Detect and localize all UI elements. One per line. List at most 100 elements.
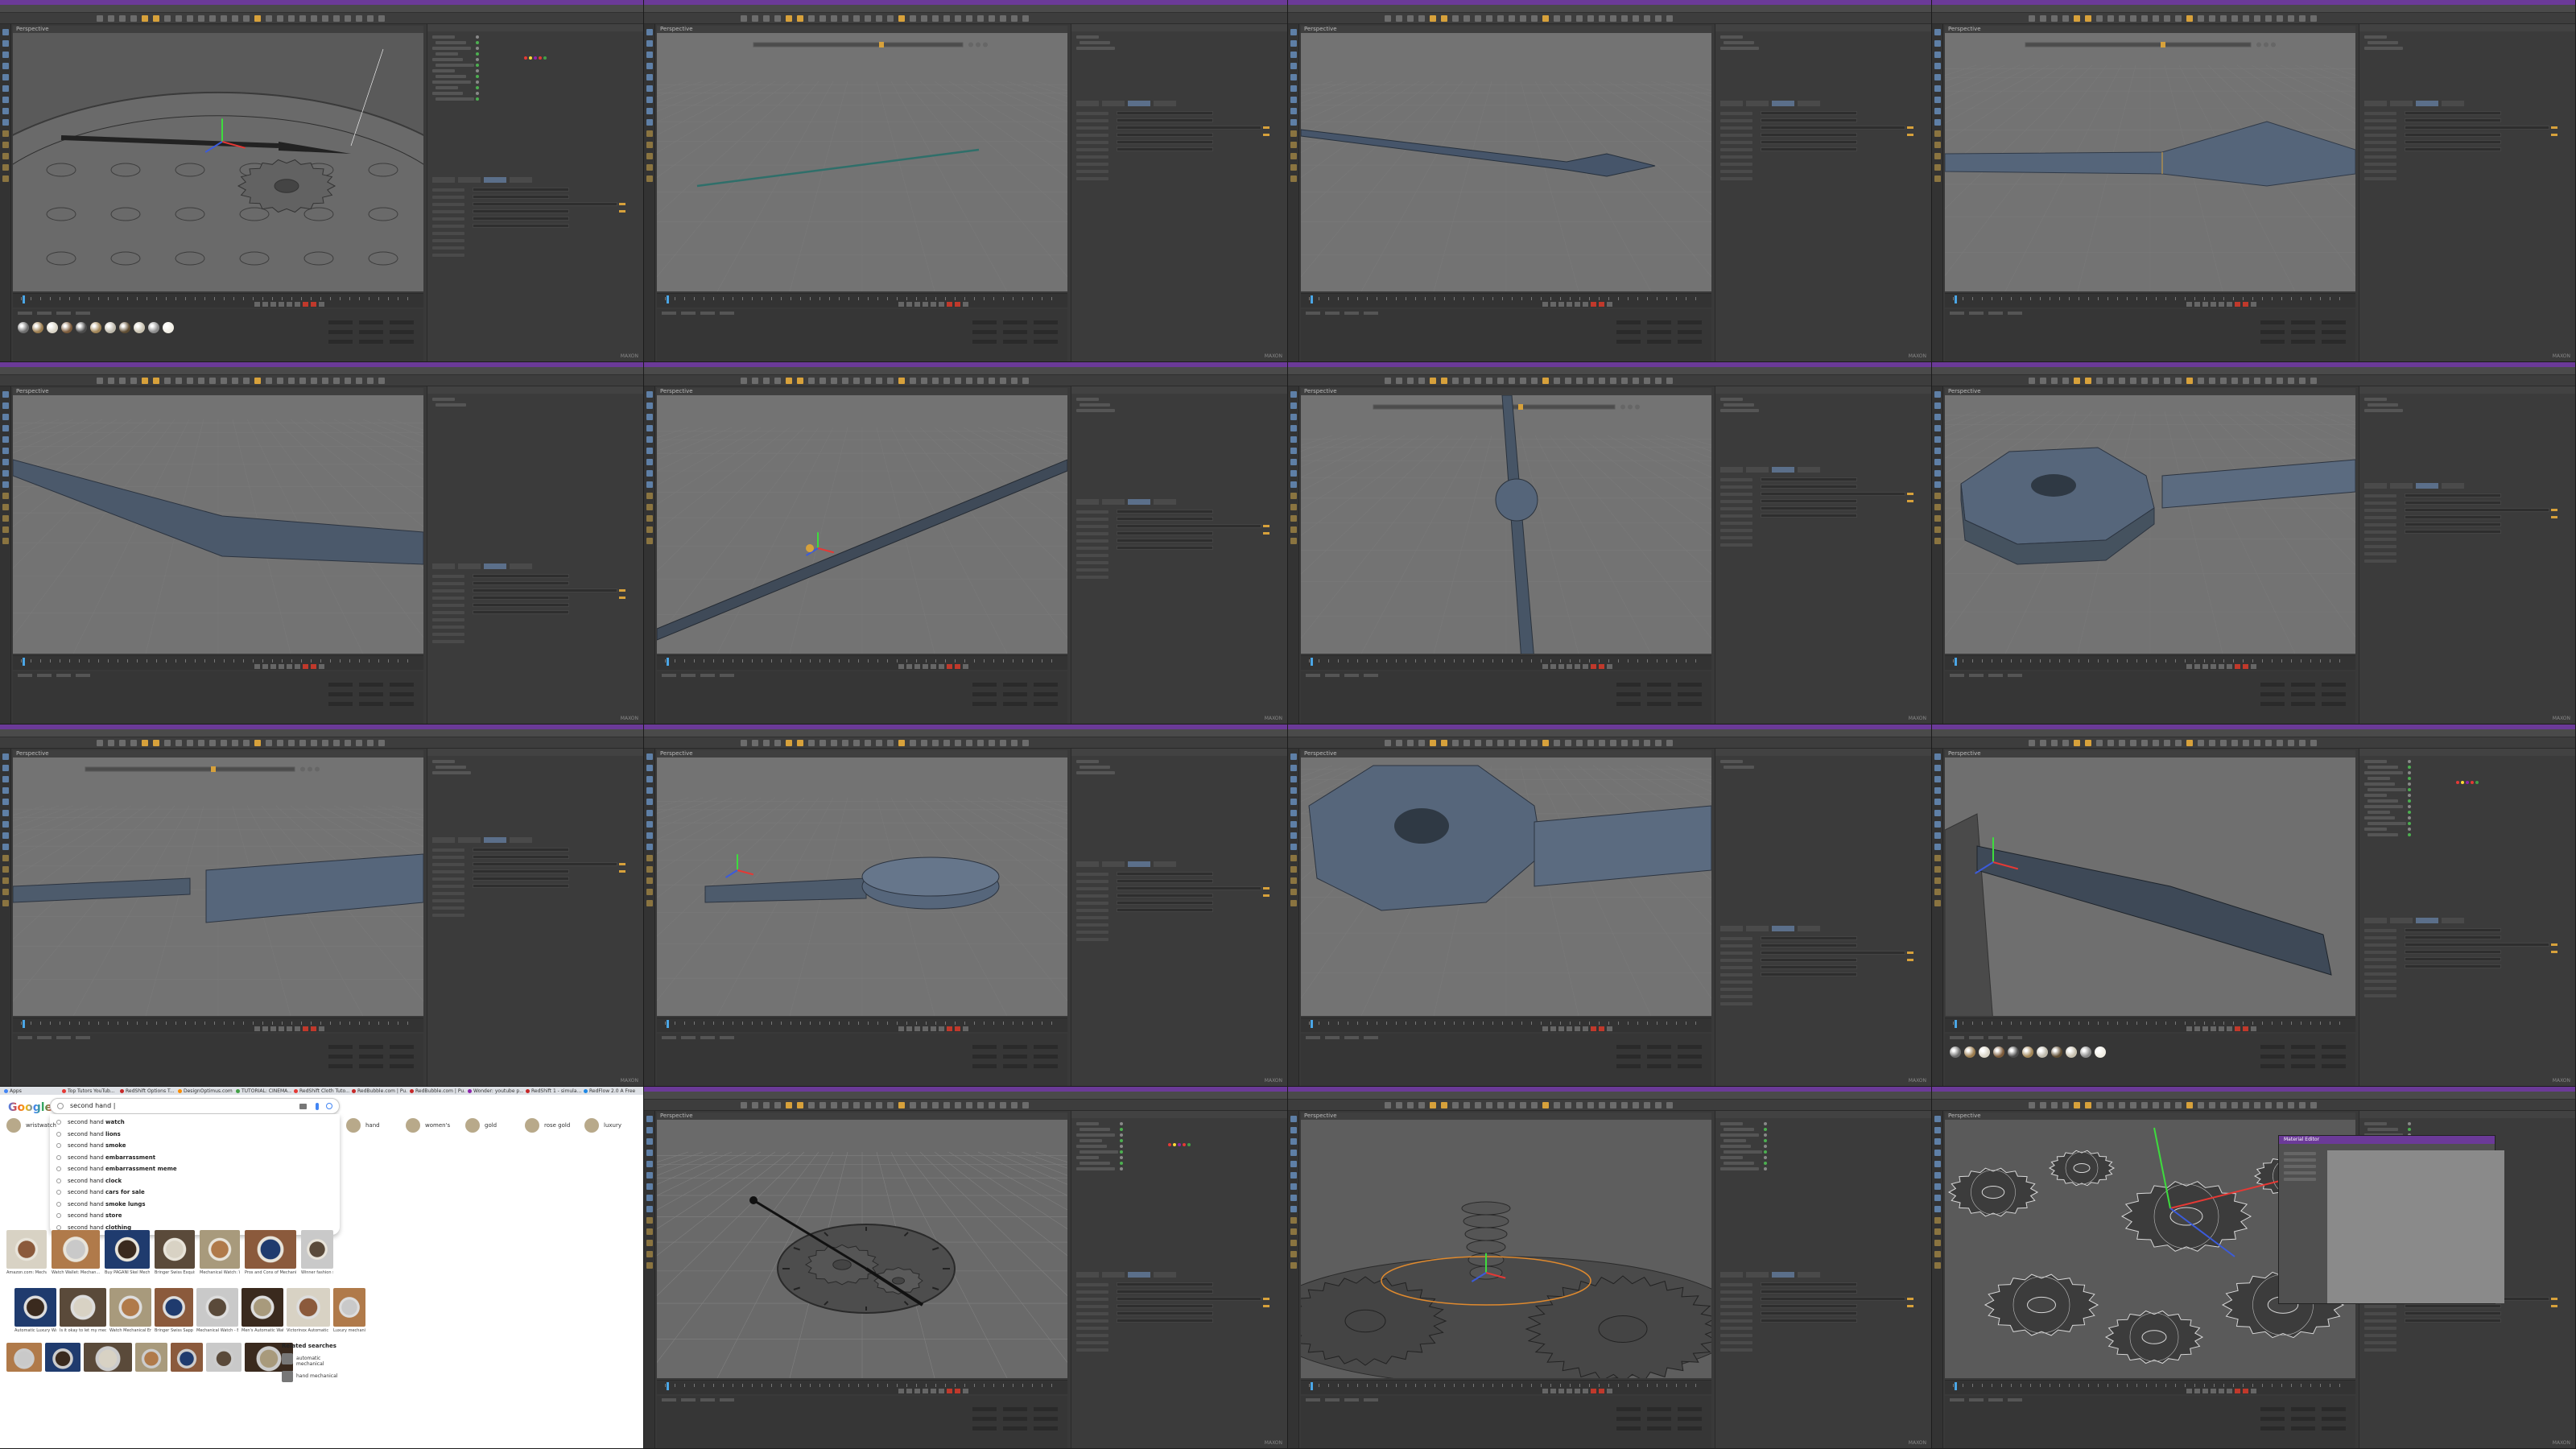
playback-button[interactable] bbox=[1575, 1389, 1580, 1393]
toolbar-tool-icon[interactable] bbox=[2130, 740, 2136, 746]
toolbar-tool-icon[interactable] bbox=[932, 15, 939, 22]
toolbar-tool-icon[interactable] bbox=[786, 15, 792, 22]
attribute-tab[interactable] bbox=[1720, 926, 1743, 931]
attribute-field[interactable] bbox=[1761, 1319, 1857, 1323]
object-list-item[interactable] bbox=[432, 80, 471, 84]
toolbar-tool-icon[interactable] bbox=[1509, 378, 1515, 384]
toolbar-tool-icon[interactable] bbox=[130, 740, 137, 746]
toolbar-tool-icon[interactable] bbox=[175, 740, 182, 746]
toolbar-tool-icon[interactable] bbox=[741, 740, 747, 746]
visibility-dot-icon[interactable] bbox=[1120, 1128, 1123, 1131]
toolbar-tool-icon[interactable] bbox=[1610, 378, 1616, 384]
coordinate-field[interactable] bbox=[2291, 702, 2315, 706]
toolbar-tool-icon[interactable] bbox=[853, 740, 860, 746]
material-menu-item[interactable] bbox=[662, 1036, 676, 1039]
toolbar-tool-icon[interactable] bbox=[989, 15, 995, 22]
app-menu-bar[interactable] bbox=[644, 729, 1287, 737]
attribute-tab[interactable] bbox=[1772, 926, 1794, 931]
image-result-caption[interactable]: Watch Mechanical Engraving... bbox=[109, 1328, 151, 1333]
playback-button[interactable] bbox=[311, 302, 316, 307]
mode-tool-icon[interactable] bbox=[1290, 29, 1297, 35]
material-swatch[interactable] bbox=[2022, 1046, 2033, 1058]
playback-button[interactable] bbox=[1599, 1389, 1604, 1393]
object-manager-menu[interactable] bbox=[1071, 1111, 1287, 1118]
toolbar-tool-icon[interactable] bbox=[1475, 15, 1481, 22]
viewport-3d[interactable]: Perspective bbox=[1301, 1113, 1711, 1378]
playback-button[interactable] bbox=[2227, 302, 2232, 307]
mode-tool-icon[interactable] bbox=[2, 85, 9, 92]
image-result-caption[interactable]: Bringer Swiss Exquisite Mecha... bbox=[155, 1270, 195, 1275]
attribute-field[interactable] bbox=[2405, 950, 2501, 954]
material-menu-item[interactable] bbox=[1306, 674, 1320, 677]
filter-chip[interactable]: gold bbox=[465, 1117, 497, 1133]
visibility-dot-icon[interactable] bbox=[2408, 788, 2411, 791]
image-result[interactable] bbox=[245, 1230, 296, 1269]
toolbar-tool-icon[interactable] bbox=[221, 15, 227, 22]
toolbar-tool-icon[interactable] bbox=[865, 1102, 871, 1108]
coordinate-field[interactable] bbox=[2260, 683, 2285, 687]
tag-icon[interactable] bbox=[524, 56, 527, 60]
mode-tool-icon[interactable] bbox=[646, 866, 653, 873]
viewport-menu[interactable] bbox=[1301, 1113, 1711, 1120]
toolbar-tool-icon[interactable] bbox=[808, 15, 815, 22]
mode-tool-icon[interactable] bbox=[1934, 889, 1941, 895]
material-menu-item[interactable] bbox=[2008, 674, 2022, 677]
coordinate-field[interactable] bbox=[328, 340, 353, 344]
playback-button[interactable] bbox=[295, 302, 300, 307]
coordinate-field[interactable] bbox=[2322, 1064, 2346, 1068]
toolbar-tool-icon[interactable] bbox=[2051, 740, 2058, 746]
toolbar-tool-icon[interactable] bbox=[2243, 1102, 2249, 1108]
toolbar-tool-icon[interactable] bbox=[2231, 740, 2238, 746]
toolbar-tool-icon[interactable] bbox=[2040, 378, 2046, 384]
material-swatch[interactable] bbox=[119, 322, 130, 333]
coordinate-field[interactable] bbox=[390, 683, 414, 687]
toolbar-tool-icon[interactable] bbox=[1633, 378, 1639, 384]
playback-button[interactable] bbox=[2202, 302, 2208, 307]
object-list-item[interactable] bbox=[1724, 1139, 1746, 1142]
attribute-field[interactable] bbox=[1117, 908, 1213, 912]
coordinate-field[interactable] bbox=[1678, 1426, 1702, 1430]
material-swatch[interactable] bbox=[18, 322, 29, 333]
mode-tool-icon[interactable] bbox=[1290, 832, 1297, 839]
attribute-tab[interactable] bbox=[1720, 101, 1743, 106]
toolbar-tool-icon[interactable] bbox=[299, 378, 306, 384]
viewport-menu[interactable] bbox=[657, 750, 1067, 758]
object-list-item[interactable] bbox=[2364, 828, 2387, 831]
toolbar-tool-icon[interactable] bbox=[1418, 378, 1425, 384]
material-swatch[interactable] bbox=[163, 322, 174, 333]
playback-button[interactable] bbox=[1567, 1026, 1572, 1031]
coordinate-field[interactable] bbox=[1034, 1407, 1058, 1411]
mode-tool-icon[interactable] bbox=[646, 855, 653, 861]
image-result[interactable] bbox=[14, 1288, 56, 1327]
mode-tool-icon[interactable] bbox=[1934, 1138, 1941, 1145]
toolbar-tool-icon[interactable] bbox=[910, 15, 916, 22]
object-list-item[interactable] bbox=[2364, 794, 2387, 797]
object-list-item[interactable] bbox=[1720, 35, 1743, 39]
toolbar-tool-icon[interactable] bbox=[1542, 740, 1549, 746]
coordinate-field[interactable] bbox=[2260, 692, 2285, 696]
toolbar-tool-icon[interactable] bbox=[209, 740, 216, 746]
playback-button[interactable] bbox=[939, 1026, 944, 1031]
toolbar-tool-icon[interactable] bbox=[966, 1102, 972, 1108]
mode-tool-icon[interactable] bbox=[2, 459, 9, 465]
toolbar-tool-icon[interactable] bbox=[356, 378, 362, 384]
mode-tool-icon[interactable] bbox=[2, 810, 9, 816]
mode-tool-icon[interactable] bbox=[646, 1195, 653, 1201]
playback-button[interactable] bbox=[1575, 664, 1580, 669]
mode-tool-icon[interactable] bbox=[1934, 900, 1941, 906]
object-list-item[interactable] bbox=[1720, 1145, 1751, 1148]
coordinate-field[interactable] bbox=[390, 692, 414, 696]
coordinate-field[interactable] bbox=[1678, 330, 1702, 334]
playhead-marker[interactable] bbox=[667, 295, 669, 303]
mode-tool-icon[interactable] bbox=[1290, 1217, 1297, 1224]
toolbar-tool-icon[interactable] bbox=[752, 1102, 758, 1108]
attribute-slider[interactable] bbox=[1263, 894, 1269, 897]
toolbar-tool-icon[interactable] bbox=[1497, 1102, 1504, 1108]
playback-button[interactable] bbox=[2219, 302, 2224, 307]
attribute-tab[interactable] bbox=[1154, 499, 1176, 505]
toolbar-tool-icon[interactable] bbox=[1655, 740, 1662, 746]
playback-button[interactable] bbox=[1567, 664, 1572, 669]
playback-button[interactable] bbox=[1575, 1026, 1580, 1031]
playback-button[interactable] bbox=[2186, 1389, 2192, 1393]
coordinate-field[interactable] bbox=[359, 330, 383, 334]
